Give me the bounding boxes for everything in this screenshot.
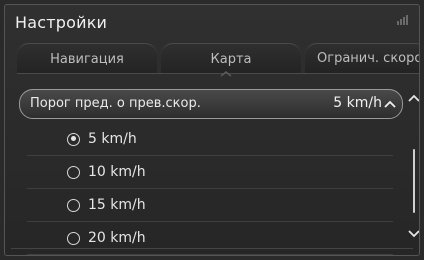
tab-map-label: Карта — [210, 51, 252, 67]
tab-navigation[interactable]: Навигация — [17, 43, 157, 74]
radio-selected-icon — [67, 132, 80, 146]
tab-navigation-label: Навигация — [50, 51, 124, 67]
option-label: 10 km/h — [88, 164, 146, 180]
tab-speed-limit-label: Огранич. скорости — [317, 51, 419, 66]
signal-icon — [397, 15, 408, 25]
option-label: 20 km/h — [88, 230, 146, 246]
radio-icon — [67, 165, 80, 179]
radio-icon — [67, 231, 80, 245]
scrollbar[interactable] — [407, 89, 420, 249]
scroll-up-chevron-icon[interactable] — [408, 93, 420, 103]
settings-panel: Настройки Навигация Карта Огранич. скоро… — [4, 4, 420, 256]
option-label: 15 km/h — [88, 197, 146, 213]
radio-icon — [67, 198, 80, 212]
option-10-kmh[interactable]: 10 km/h — [27, 156, 393, 189]
speed-warning-threshold-value: 5 km/h — [333, 95, 382, 111]
threshold-options-list: 5 km/h 10 km/h 15 km/h 20 km/h — [27, 123, 393, 255]
option-label: 5 km/h — [88, 131, 137, 147]
tab-bar: Навигация Карта Огранич. скорости — [11, 43, 419, 74]
chevron-up-hint-icon — [220, 71, 232, 77]
option-20-kmh[interactable]: 20 km/h — [27, 222, 393, 255]
chevron-up-icon[interactable] — [384, 99, 396, 109]
speed-warning-threshold-row[interactable]: Порог пред. о прев.скор. 5 km/h — [19, 89, 403, 119]
bottom-divider — [11, 248, 413, 249]
speed-warning-threshold-label: Порог пред. о прев.скор. — [30, 96, 201, 111]
page-title: Настройки — [15, 13, 108, 32]
option-5-kmh[interactable]: 5 km/h — [27, 123, 393, 156]
scrollbar-thumb[interactable] — [413, 149, 415, 213]
tab-speed-limit[interactable]: Огранич. скорости — [305, 43, 419, 73]
settings-screen: Настройки Навигация Карта Огранич. скоро… — [0, 0, 424, 260]
chevron-down-icon[interactable] — [408, 229, 420, 239]
option-15-kmh[interactable]: 15 km/h — [27, 189, 393, 222]
